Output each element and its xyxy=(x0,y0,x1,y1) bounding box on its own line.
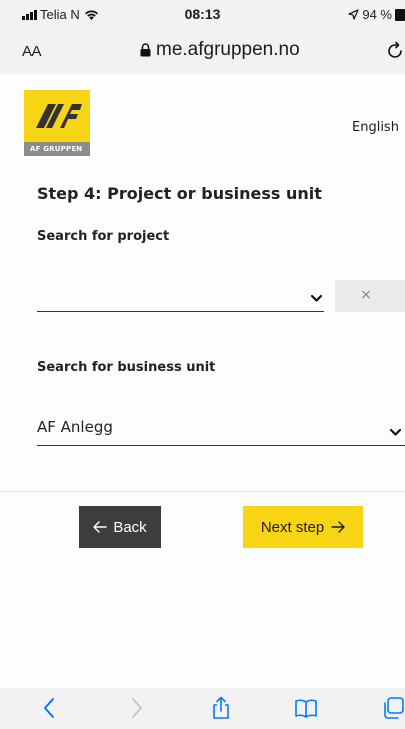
share-icon[interactable] xyxy=(209,696,233,720)
aa-label: AA xyxy=(22,43,42,60)
chevron-down-icon xyxy=(311,295,322,302)
business-unit-select[interactable]: AF Anlegg xyxy=(37,410,405,446)
url-text: me.afgruppen.no xyxy=(156,39,300,60)
battery-icon xyxy=(395,8,405,21)
language-label: English xyxy=(352,120,399,135)
af-gruppen-logo[interactable]: AF GRUPPEN xyxy=(24,90,90,156)
divider xyxy=(0,491,405,492)
business-unit-label: Search for business unit xyxy=(37,360,216,375)
status-right: 94 % xyxy=(348,7,405,22)
chevron-down-icon xyxy=(390,429,401,436)
status-time: 08:13 xyxy=(184,6,221,22)
back-button[interactable]: Back xyxy=(79,506,161,548)
battery-percent: 94 % xyxy=(362,7,392,22)
step-title: Step 4: Project or business unit xyxy=(37,184,322,203)
arrow-left-icon xyxy=(93,521,108,533)
back-label: Back xyxy=(113,518,147,536)
tabs-icon[interactable] xyxy=(381,696,405,720)
status-bar: Telia N 08:13 94 % xyxy=(0,0,405,30)
business-unit-value: AF Anlegg xyxy=(37,418,113,436)
reload-icon[interactable] xyxy=(385,41,405,61)
address-field[interactable]: me.afgruppen.no xyxy=(140,39,300,61)
browser-toolbar xyxy=(0,688,405,729)
project-search-label: Search for project xyxy=(37,229,170,244)
clear-project-button[interactable]: × xyxy=(335,280,405,312)
next-step-label: Next step xyxy=(260,518,325,536)
forward-icon[interactable] xyxy=(124,696,148,720)
bookmarks-icon[interactable] xyxy=(294,696,318,720)
page-content: AF GRUPPEN English Step 4: Project or bu… xyxy=(0,74,405,688)
back-icon[interactable] xyxy=(38,696,62,720)
project-search-select[interactable] xyxy=(37,276,324,312)
url-bar: AA me.afgruppen.no xyxy=(0,30,405,74)
location-icon xyxy=(348,9,360,20)
logo-mark xyxy=(24,90,90,142)
logo-text: AF GRUPPEN xyxy=(24,142,90,156)
lock-icon xyxy=(140,43,151,57)
next-step-button[interactable]: Next step xyxy=(243,506,363,548)
af-logo-icon xyxy=(36,104,82,128)
arrow-right-icon xyxy=(331,521,345,533)
reader-text-size-button[interactable]: AA xyxy=(22,43,42,60)
language-select[interactable]: English xyxy=(352,120,399,135)
